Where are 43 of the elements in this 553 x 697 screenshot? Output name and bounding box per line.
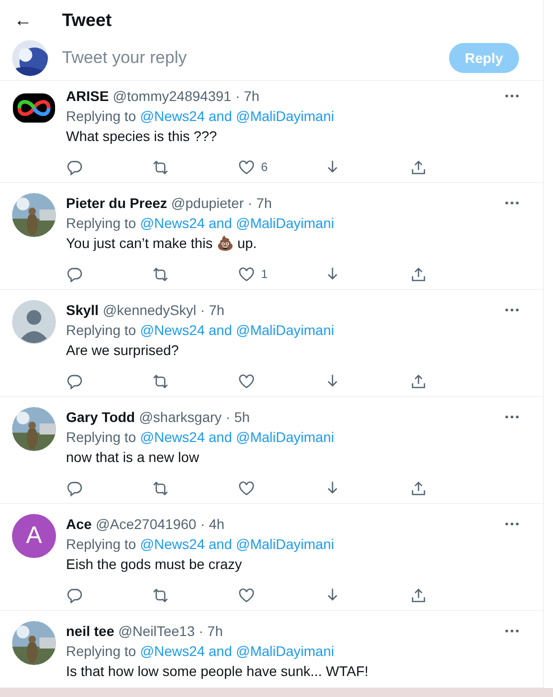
tweet-time: · 7h	[235, 88, 260, 104]
mention-link[interactable]: @News24 and @MaliDayimani	[140, 643, 334, 659]
reply-field[interactable]: Tweet your reply	[60, 47, 437, 69]
author-handle: @kennedySkyl	[102, 302, 196, 318]
author-handle: @sharksgary	[138, 409, 222, 425]
tweet-text: What species is this ???	[66, 127, 218, 146]
mention-link[interactable]: @News24 and @MaliDayimani	[140, 429, 334, 445]
tweet-text: Eish the gods must be crazy	[66, 555, 243, 574]
author-handle: @pdupieter	[171, 195, 244, 211]
replying-label: Replying to	[66, 536, 136, 552]
author-name: Ace	[66, 516, 92, 532]
mention-link[interactable]: @News24 and @MaliDayimani	[140, 108, 334, 124]
tweet-text: Are we surprised?	[66, 341, 180, 360]
author-handle: @NeilTee13	[118, 623, 195, 639]
author-name: Skyll	[66, 302, 99, 318]
replying-label: Replying to	[66, 108, 136, 124]
replying-label: Replying to	[66, 643, 136, 659]
author-name: Gary Todd	[66, 409, 135, 425]
tweet-time: · 7h	[200, 302, 224, 318]
replying-label: Replying to	[66, 429, 136, 445]
tweet-text: Is that how low some people have sunk... WTAF!	[66, 662, 370, 681]
reply-button[interactable]: Reply	[448, 43, 519, 73]
author-name: neil tee	[66, 623, 114, 639]
replying-label: Replying to	[66, 215, 136, 231]
like-count: 6	[261, 160, 268, 174]
page-title: Tweet	[62, 10, 112, 30]
tweet-time: · 7h	[198, 623, 223, 639]
back-button[interactable]: ←	[14, 10, 32, 30]
tweet-text: now that is a new low	[66, 448, 200, 467]
like-count: 1	[261, 267, 268, 281]
mention-link[interactable]: @News24 and @MaliDayimani	[140, 536, 334, 552]
tweet-time: · 7h	[248, 195, 272, 211]
tweet-text: You just can’t make this 💩 up.	[66, 234, 258, 253]
replying-label: Replying to	[66, 322, 136, 338]
mention-link[interactable]: @News24 and @MaliDayimani	[140, 322, 334, 338]
author-name: ARISE	[66, 88, 109, 104]
author-handle: @Ace27041960	[96, 516, 196, 532]
mention-link[interactable]: @News24 and @MaliDayimani	[140, 215, 334, 231]
author-name: Pieter du Preez	[66, 195, 168, 211]
tweet-time: · 5h	[226, 409, 250, 425]
author-handle: @tommy24894391	[112, 88, 232, 104]
avatar-letter: A	[12, 514, 56, 558]
tweet-time: · 4h	[200, 516, 224, 532]
